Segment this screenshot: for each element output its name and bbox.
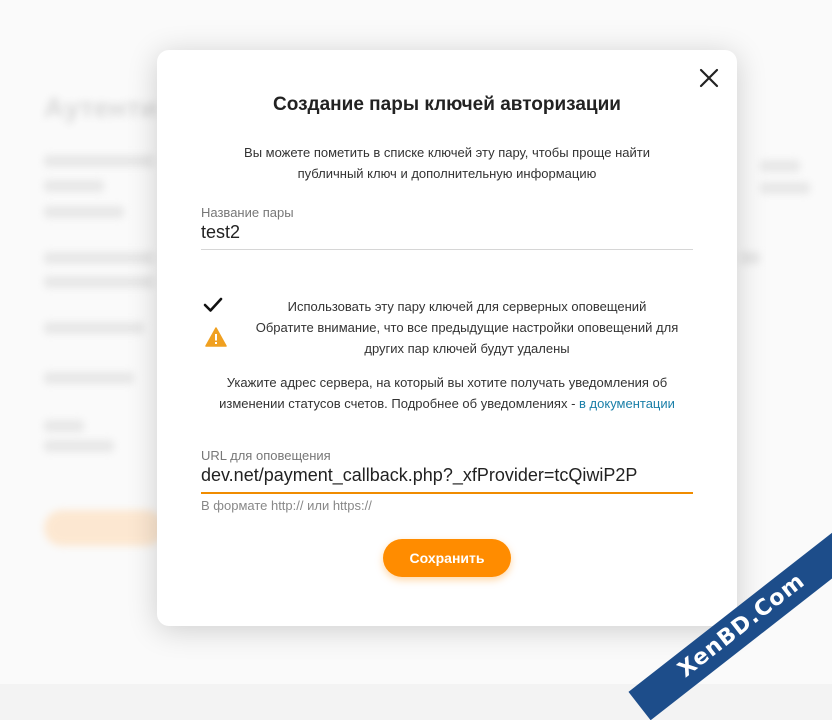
background-title: Аутенти (44, 92, 158, 123)
background-line (44, 276, 154, 288)
background-line (44, 206, 124, 218)
server-info: Укажите адрес сервера, на который вы хот… (197, 372, 697, 414)
url-field[interactable]: URL для оповещения dev.net/payment_callb… (201, 448, 693, 513)
background-line (44, 180, 104, 192)
server-notify-warning: Обратите внимание, что все предыдущие на… (255, 320, 679, 356)
close-icon (699, 68, 719, 88)
server-notify-label: Использовать эту пару ключей для серверн… (287, 299, 647, 314)
background-line (760, 160, 800, 172)
save-button[interactable]: Сохранить (383, 539, 511, 577)
warning-icon (205, 327, 227, 347)
background-line (44, 322, 144, 334)
background-line (44, 372, 134, 384)
close-button[interactable] (697, 66, 721, 90)
url-hint: В формате http:// или https:// (201, 498, 372, 513)
background-line (44, 440, 114, 452)
server-notify-text: Использовать эту пару ключей для серверн… (237, 296, 697, 359)
pair-name-field[interactable]: Название пары test2 (201, 205, 693, 250)
create-key-pair-modal: Создание пары ключей авторизации Вы може… (157, 50, 737, 626)
background-line (44, 420, 84, 432)
background-line (44, 252, 154, 264)
pair-name-input[interactable]: test2 (201, 220, 693, 250)
background-button (44, 510, 164, 546)
url-input[interactable]: dev.net/payment_callback.php?_xfProvider… (201, 463, 693, 494)
documentation-link[interactable]: в документации (579, 396, 675, 411)
url-label: URL для оповещения (201, 448, 331, 463)
server-notify-checkbox[interactable] (203, 296, 223, 314)
background-line (760, 182, 810, 194)
modal-title: Создание пары ключей авторизации (273, 94, 621, 115)
modal-description: Вы можете пометить в списке ключей эту п… (244, 145, 650, 181)
pair-name-label: Название пары (201, 205, 294, 220)
background-line (44, 155, 154, 167)
background-line (740, 252, 760, 264)
